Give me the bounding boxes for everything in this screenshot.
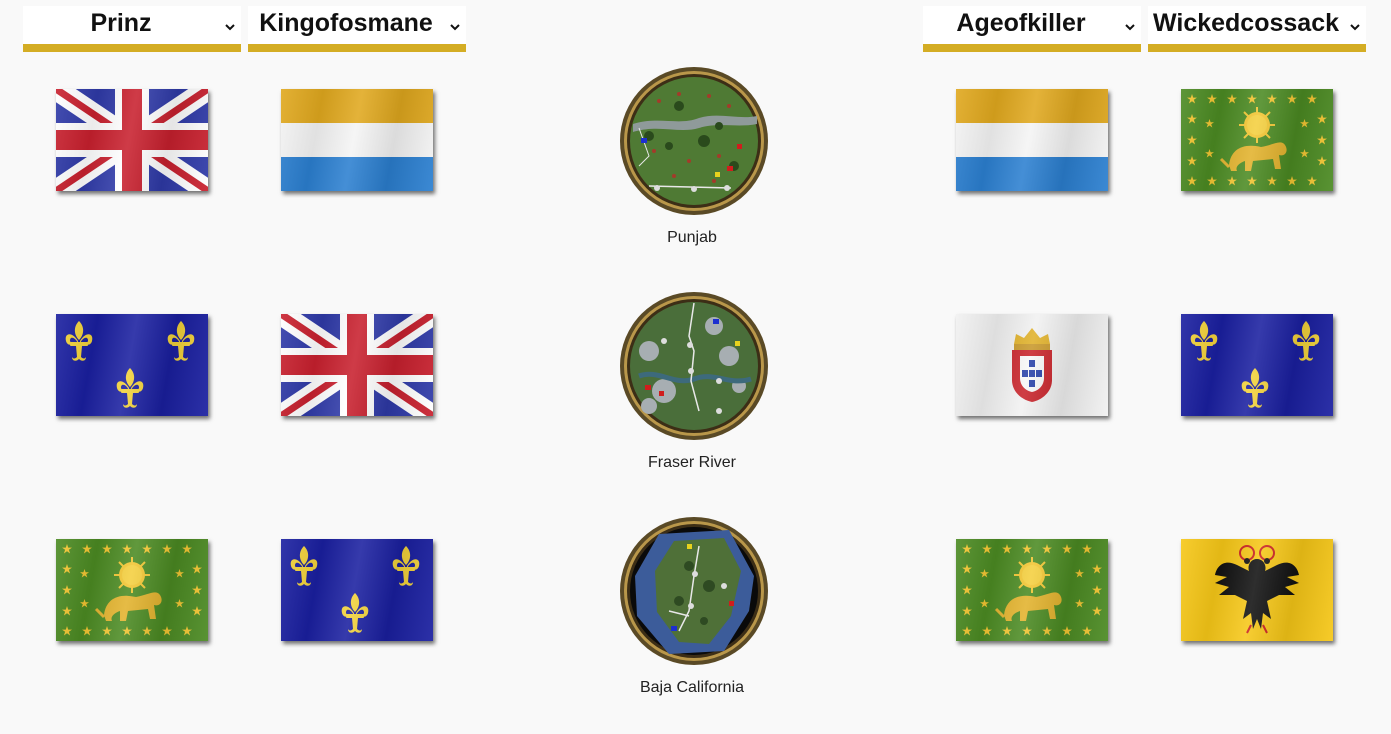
portuguese-flag-icon [956, 314, 1108, 416]
french-flag-icon [281, 539, 433, 641]
dutch-flag-icon [956, 89, 1108, 191]
persian-lion-flag-icon [56, 539, 208, 641]
player-select-ageofkiller[interactable]: Ageofkiller [923, 6, 1141, 52]
player-name: Prinz [90, 9, 152, 37]
persian-lion-flag-icon [1181, 89, 1333, 191]
map-baja-california-icon [619, 516, 769, 666]
player-name: Kingofosmane [259, 9, 433, 37]
dutch-flag-icon [281, 89, 433, 191]
chevron-down-icon [225, 24, 235, 31]
chevron-down-icon [1125, 24, 1135, 31]
map-punjab-icon [619, 66, 769, 216]
map-name: Baja California [639, 679, 745, 696]
french-flag-icon [56, 314, 208, 416]
chevron-down-icon [450, 24, 460, 31]
persian-lion-flag-icon [956, 539, 1108, 641]
german-eagle-flag-icon [1181, 539, 1333, 641]
player-select-kingofosmane[interactable]: Kingofosmane [248, 6, 466, 52]
player-name: Wickedcossack [1153, 9, 1339, 37]
british-flag-icon [281, 314, 433, 416]
player-name: Ageofkiller [956, 9, 1086, 37]
french-flag-icon [1181, 314, 1333, 416]
map-name: Punjab [667, 229, 717, 246]
player-select-wickedcossack[interactable]: Wickedcossack [1148, 6, 1366, 52]
map-name: Fraser River [647, 454, 736, 471]
chevron-down-icon [1350, 24, 1360, 31]
player-select-prinz[interactable]: Prinz [23, 6, 241, 52]
map-fraser-river-icon [619, 291, 769, 441]
british-flag-icon [56, 89, 208, 191]
